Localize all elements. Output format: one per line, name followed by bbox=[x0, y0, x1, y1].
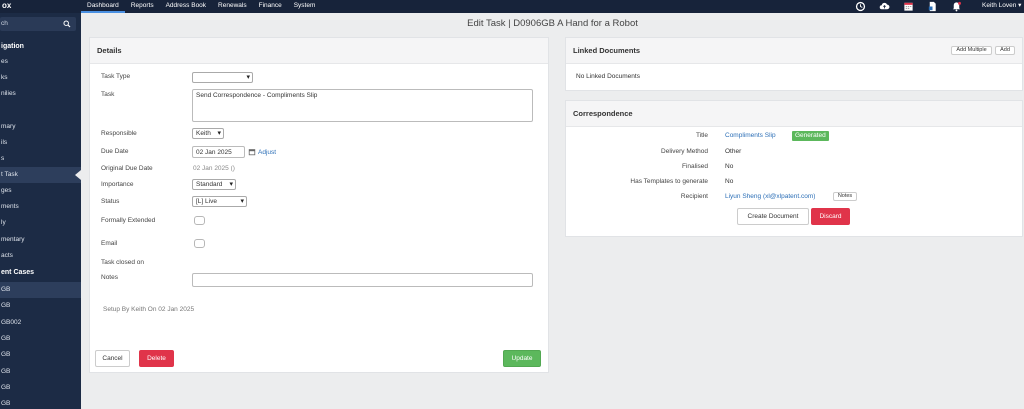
sidebar-item[interactable]: es bbox=[0, 54, 81, 70]
task-textarea[interactable]: Send Correspondence - Compliments Slip bbox=[192, 89, 533, 122]
sidebar-item[interactable]: acts bbox=[0, 248, 81, 264]
setup-info: Setup By Keith On 02 Jan 2025 bbox=[103, 306, 195, 313]
nav-reports[interactable]: Reports bbox=[125, 0, 160, 13]
sidebar-item[interactable]: ges bbox=[0, 183, 81, 199]
sidebar-item[interactable]: ks bbox=[0, 70, 81, 86]
correspondence-title: Correspondence bbox=[566, 101, 1022, 127]
responsible-select[interactable]: Keith bbox=[192, 128, 224, 139]
cloud-upload-icon[interactable] bbox=[872, 0, 896, 13]
sidebar-item-edit-task[interactable]: t Task bbox=[0, 167, 81, 183]
importance-label: Importance bbox=[101, 181, 134, 188]
status-select[interactable]: [L] Live bbox=[192, 196, 247, 207]
delivery-method-value: Other bbox=[725, 148, 742, 155]
discard-button[interactable]: Discard bbox=[811, 208, 850, 225]
user-menu[interactable]: Keith Loven ▾ bbox=[982, 0, 1021, 12]
templates-label: Has Templates to generate bbox=[630, 178, 708, 185]
nav-renewals[interactable]: Renewals bbox=[212, 0, 253, 13]
email-checkbox[interactable] bbox=[194, 239, 205, 248]
recent-case-item[interactable]: GB bbox=[0, 380, 81, 396]
calendar-icon[interactable] bbox=[896, 0, 920, 13]
toolbar-icons bbox=[848, 0, 968, 13]
due-date-input[interactable]: 02 Jan 2025 bbox=[192, 146, 245, 158]
recent-case-item[interactable]: GB bbox=[0, 396, 81, 409]
task-closed-label: Task closed on bbox=[101, 259, 144, 266]
search-placeholder: ch bbox=[1, 20, 8, 27]
cancel-button[interactable]: Cancel bbox=[95, 350, 130, 367]
task-type-select[interactable] bbox=[192, 72, 253, 83]
sidebar-item[interactable]: ils bbox=[0, 135, 81, 151]
recipient-link[interactable]: Liyun Sheng (xl@xlpatent.com) bbox=[725, 193, 815, 200]
recent-case-item[interactable]: GB bbox=[0, 298, 81, 314]
corr-title-link[interactable]: Compliments Slip bbox=[725, 132, 776, 139]
main-nav: Dashboard Reports Address Book Renewals … bbox=[81, 0, 321, 13]
nav-dashboard[interactable]: Dashboard bbox=[81, 0, 125, 13]
finalised-value: No bbox=[725, 163, 734, 170]
nav-system[interactable]: System bbox=[288, 0, 322, 13]
calendar-icon[interactable] bbox=[248, 148, 256, 156]
sidebar-search[interactable]: ch bbox=[0, 17, 76, 31]
delete-button[interactable]: Delete bbox=[139, 350, 174, 367]
sidebar-item[interactable]: mentary bbox=[0, 232, 81, 248]
sidebar-item[interactable]: mary bbox=[0, 119, 81, 135]
history-icon[interactable] bbox=[848, 0, 872, 13]
recipient-label: Recipient bbox=[680, 193, 708, 200]
brand-logo[interactable]: ox bbox=[0, 0, 81, 13]
document-icon[interactable] bbox=[920, 0, 944, 13]
task-type-label: Task Type bbox=[101, 73, 131, 80]
sidebar-item[interactable]: nilies bbox=[0, 86, 81, 102]
recent-case-item[interactable]: GB bbox=[0, 364, 81, 380]
sidebar: ch igation es ks nilies mary ils s t Tas… bbox=[0, 13, 81, 409]
generated-badge: Generated bbox=[792, 131, 829, 141]
recipient-notes-button[interactable]: Notes bbox=[833, 192, 857, 201]
formally-extended-checkbox[interactable] bbox=[194, 216, 205, 225]
search-icon[interactable] bbox=[63, 20, 71, 28]
due-date-label: Due Date bbox=[101, 148, 129, 155]
sidebar-item[interactable]: ly bbox=[0, 215, 81, 231]
add-button[interactable]: Add bbox=[995, 46, 1015, 55]
responsible-label: Responsible bbox=[101, 130, 137, 137]
top-bar: ox Dashboard Reports Address Book Renewa… bbox=[0, 0, 1024, 13]
formally-extended-label: Formally Extended bbox=[101, 217, 156, 224]
nav-finance[interactable]: Finance bbox=[253, 0, 288, 13]
templates-value: No bbox=[725, 178, 734, 185]
original-due-date-value: 02 Jan 2025 () bbox=[193, 165, 235, 172]
add-multiple-button[interactable]: Add Multiple bbox=[951, 46, 992, 55]
page-title: Edit Task | D0906GB A Hand for a Robot bbox=[467, 18, 638, 29]
original-due-date-label: Original Due Date bbox=[101, 165, 153, 172]
bell-icon[interactable] bbox=[944, 0, 968, 13]
sidebar-item[interactable]: s bbox=[0, 151, 81, 167]
details-panel: Details bbox=[89, 37, 549, 373]
notes-label: Notes bbox=[101, 274, 118, 281]
email-label: Email bbox=[101, 240, 118, 247]
sidebar-header-recent-cases: ent Cases bbox=[1, 269, 35, 276]
update-button[interactable]: Update bbox=[503, 350, 541, 367]
recent-case-item[interactable]: GB bbox=[0, 331, 81, 347]
corr-title-label: Title bbox=[695, 132, 708, 139]
details-title: Details bbox=[90, 38, 548, 64]
finalised-label: Finalised bbox=[681, 163, 708, 170]
status-label: Status bbox=[101, 198, 120, 205]
nav-address-book[interactable]: Address Book bbox=[160, 0, 212, 13]
task-label: Task bbox=[101, 91, 115, 98]
recent-case-item[interactable]: GB002 bbox=[0, 315, 81, 331]
recent-case-item[interactable]: GB bbox=[0, 282, 81, 298]
adjust-link[interactable]: Adjust bbox=[258, 149, 276, 156]
delivery-method-label: Delivery Method bbox=[661, 148, 708, 155]
sidebar-header-navigation: igation bbox=[1, 43, 24, 50]
sidebar-item[interactable]: ments bbox=[0, 199, 81, 215]
importance-select[interactable]: Standard bbox=[192, 179, 236, 190]
create-document-button[interactable]: Create Document bbox=[737, 208, 809, 225]
recent-case-item[interactable]: GB bbox=[0, 347, 81, 363]
no-linked-documents: No Linked Documents bbox=[576, 73, 640, 80]
notes-textarea[interactable] bbox=[192, 273, 533, 287]
